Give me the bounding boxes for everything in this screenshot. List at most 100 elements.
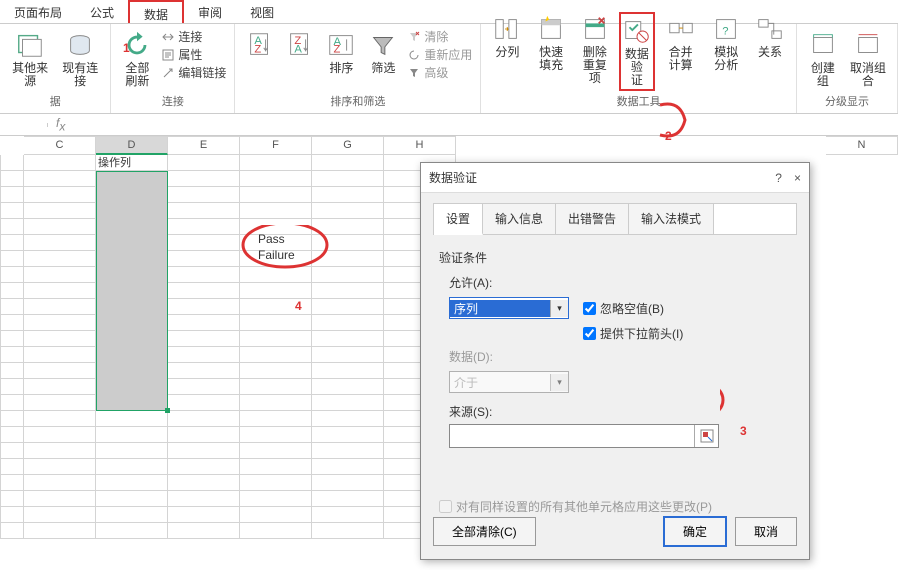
cell[interactable]: [24, 411, 96, 427]
tab-settings[interactable]: 设置: [434, 204, 483, 235]
cell[interactable]: [168, 411, 240, 427]
cell[interactable]: [24, 267, 96, 283]
cell[interactable]: [168, 299, 240, 315]
cell[interactable]: [312, 187, 384, 203]
cell[interactable]: [168, 155, 240, 171]
col-header[interactable]: E: [168, 136, 240, 155]
ignore-blank-checkbox[interactable]: 忽略空值(B): [583, 300, 664, 317]
cell[interactable]: [312, 475, 384, 491]
cell[interactable]: [168, 171, 240, 187]
cell[interactable]: [312, 427, 384, 443]
cell[interactable]: [24, 283, 96, 299]
cell[interactable]: [24, 203, 96, 219]
cell[interactable]: [168, 315, 240, 331]
cell[interactable]: [168, 507, 240, 523]
cell[interactable]: [240, 347, 312, 363]
cell[interactable]: [24, 315, 96, 331]
cell[interactable]: [96, 459, 168, 475]
cell[interactable]: [240, 187, 312, 203]
cell[interactable]: [96, 411, 168, 427]
advanced-filter-button[interactable]: 高级: [407, 64, 472, 81]
ungroup-button[interactable]: 取消组合: [847, 28, 889, 90]
group-button[interactable]: 创建组: [805, 28, 841, 90]
cell[interactable]: [24, 171, 96, 187]
row-header[interactable]: [0, 379, 24, 395]
col-header[interactable]: N: [826, 136, 898, 155]
row-header[interactable]: [0, 235, 24, 251]
cell[interactable]: [312, 507, 384, 523]
cell[interactable]: [168, 475, 240, 491]
cell[interactable]: [240, 235, 312, 251]
remove-duplicates-button[interactable]: 删除 重复项: [577, 12, 613, 87]
dropdown-checkbox[interactable]: 提供下拉箭头(I): [583, 325, 683, 342]
cell[interactable]: [24, 507, 96, 523]
existing-conn-button[interactable]: 现有连接: [58, 28, 102, 90]
cell[interactable]: [24, 251, 96, 267]
clear-all-button[interactable]: 全部清除(C): [433, 517, 536, 546]
cell[interactable]: [312, 443, 384, 459]
allow-select[interactable]: 序列▾: [449, 297, 569, 319]
cell[interactable]: [240, 475, 312, 491]
cell[interactable]: [312, 219, 384, 235]
data-validation-button[interactable]: 数据验 证: [619, 12, 655, 91]
cell[interactable]: [168, 267, 240, 283]
cell[interactable]: [168, 235, 240, 251]
row-header[interactable]: [0, 203, 24, 219]
row-header[interactable]: [0, 267, 24, 283]
cell[interactable]: [240, 363, 312, 379]
cell[interactable]: [240, 523, 312, 539]
tab-data[interactable]: 数据: [128, 0, 184, 23]
cell[interactable]: [24, 427, 96, 443]
cell[interactable]: [168, 331, 240, 347]
cell[interactable]: [24, 219, 96, 235]
row-header[interactable]: [0, 427, 24, 443]
row-header[interactable]: [0, 187, 24, 203]
cell[interactable]: [240, 507, 312, 523]
cell[interactable]: [312, 267, 384, 283]
cell[interactable]: [240, 251, 312, 267]
cell[interactable]: [240, 283, 312, 299]
row-header[interactable]: [0, 347, 24, 363]
cell[interactable]: [312, 491, 384, 507]
cell[interactable]: [24, 491, 96, 507]
sort-button[interactable]: AZ排序: [323, 28, 359, 77]
reapply-button[interactable]: 重新应用: [407, 46, 472, 63]
chevron-down-icon[interactable]: ▾: [550, 300, 568, 317]
cell[interactable]: [240, 459, 312, 475]
connections-button[interactable]: 连接: [161, 28, 226, 45]
row-header[interactable]: [0, 475, 24, 491]
cell[interactable]: [24, 395, 96, 411]
cell[interactable]: [240, 379, 312, 395]
flash-fill-button[interactable]: 快速填充: [531, 12, 571, 74]
row-header[interactable]: [0, 363, 24, 379]
edit-links-button[interactable]: 编辑链接: [161, 64, 226, 81]
cell[interactable]: [240, 171, 312, 187]
cell[interactable]: [24, 299, 96, 315]
properties-button[interactable]: 属性: [161, 46, 226, 63]
col-header[interactable]: G: [312, 136, 384, 155]
tab-layout[interactable]: 页面布局: [0, 0, 76, 23]
cell[interactable]: [312, 315, 384, 331]
row-header[interactable]: [0, 443, 24, 459]
col-header[interactable]: F: [240, 136, 312, 155]
row-header[interactable]: [0, 315, 24, 331]
selected-range[interactable]: [96, 171, 168, 411]
cell[interactable]: [240, 443, 312, 459]
row-header[interactable]: [0, 507, 24, 523]
cell[interactable]: [96, 507, 168, 523]
col-header[interactable]: D: [96, 136, 168, 155]
cell[interactable]: [312, 411, 384, 427]
cell[interactable]: [24, 187, 96, 203]
cell[interactable]: [312, 379, 384, 395]
source-input[interactable]: [450, 425, 694, 447]
cell[interactable]: [312, 299, 384, 315]
cell[interactable]: 操作列: [96, 155, 168, 171]
cell[interactable]: [168, 251, 240, 267]
sort-asc-button[interactable]: AZ: [243, 28, 277, 62]
cell[interactable]: [168, 347, 240, 363]
cell[interactable]: [312, 155, 384, 171]
cell[interactable]: [24, 379, 96, 395]
cell[interactable]: [96, 427, 168, 443]
row-header[interactable]: [0, 523, 24, 539]
cell[interactable]: [24, 475, 96, 491]
